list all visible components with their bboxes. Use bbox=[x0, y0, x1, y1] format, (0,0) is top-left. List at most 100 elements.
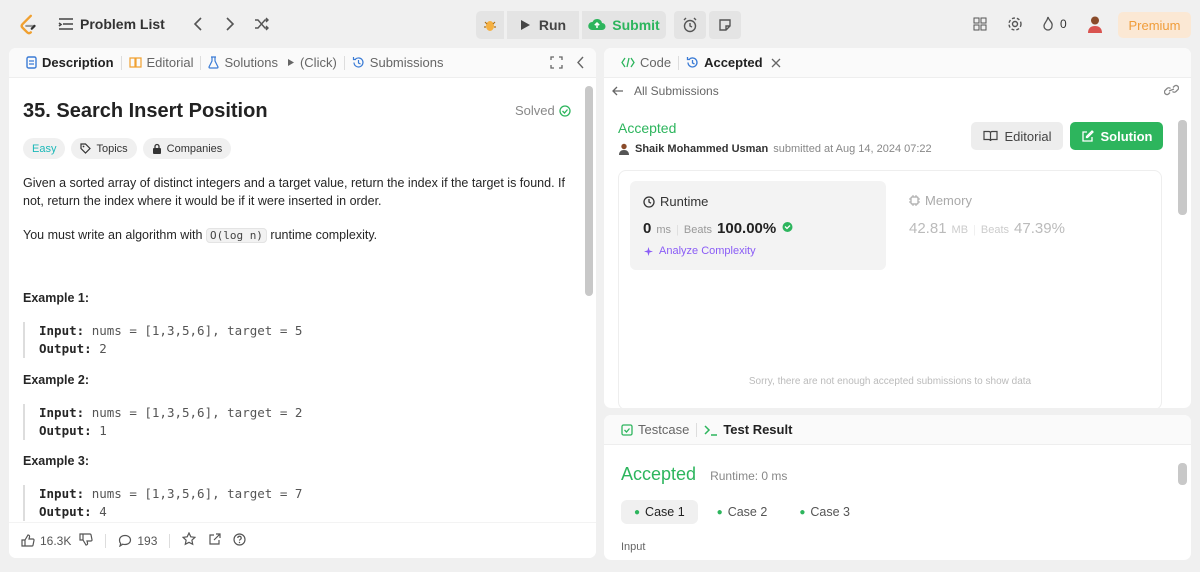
companies-chip[interactable]: Companies bbox=[142, 138, 232, 159]
complexity-post: runtime complexity. bbox=[266, 228, 378, 242]
tab-code[interactable]: Code bbox=[614, 48, 678, 78]
tab-testcase[interactable]: Testcase bbox=[614, 415, 696, 445]
expand-panel-button[interactable] bbox=[550, 56, 563, 72]
pass-dot-icon: ● bbox=[799, 506, 806, 518]
close-icon[interactable] bbox=[771, 58, 781, 68]
run-label: Run bbox=[538, 17, 567, 33]
comment-count: 193 bbox=[137, 533, 158, 548]
note-icon bbox=[719, 19, 731, 31]
problem-list-label: Problem List bbox=[80, 16, 165, 32]
memory-heading[interactable]: Memory bbox=[909, 193, 972, 208]
clock-icon bbox=[643, 195, 655, 208]
example-3-block: Input: nums = [1,3,5,6], target = 7 Outp… bbox=[23, 485, 302, 521]
author-name[interactable]: Shaik Mohammed Usman bbox=[635, 143, 768, 155]
share-button[interactable] bbox=[208, 532, 221, 549]
tab-description[interactable]: Description bbox=[19, 48, 121, 78]
runtime-beats: 100.00% bbox=[717, 220, 777, 237]
favorite-button[interactable] bbox=[182, 531, 197, 549]
list-icon bbox=[58, 18, 73, 30]
premium-button[interactable]: Premium bbox=[1118, 12, 1191, 38]
book-open-icon bbox=[982, 130, 998, 142]
bar-divider bbox=[105, 533, 107, 548]
flame-icon bbox=[1043, 16, 1053, 31]
test-result-panel: Testcase Test Result Accepted Runtime: 0… bbox=[604, 415, 1191, 560]
beats-label: Beats bbox=[683, 224, 713, 236]
edit-icon bbox=[1081, 129, 1094, 142]
flask-icon bbox=[208, 56, 220, 69]
case-tab-2[interactable]: ● Case 2 bbox=[704, 500, 781, 524]
user-avatar-icon bbox=[619, 143, 629, 155]
memory-values: 42.81 MB | Beats 47.39% bbox=[909, 220, 1065, 237]
collapse-panel-button[interactable] bbox=[577, 56, 585, 72]
gear-icon bbox=[1008, 17, 1022, 31]
complexity-pre: You must write an algorithm with bbox=[23, 228, 206, 242]
check-circle-icon bbox=[559, 104, 571, 117]
random-problem-button[interactable] bbox=[249, 11, 275, 37]
settings-button[interactable] bbox=[1002, 11, 1028, 37]
thumbs-down-icon bbox=[79, 532, 93, 546]
example-input-value: nums = [1,3,5,6], target = 5 bbox=[91, 323, 303, 338]
party-icon bbox=[782, 222, 793, 232]
example-input-label: Input: bbox=[39, 486, 85, 501]
avatar[interactable] bbox=[1086, 15, 1104, 33]
arrow-left-icon bbox=[612, 86, 623, 96]
like-count: 16.3K bbox=[40, 533, 72, 548]
leetcode-logo-icon[interactable] bbox=[18, 14, 40, 36]
layout-button[interactable] bbox=[967, 11, 993, 37]
checkbox-icon bbox=[621, 423, 633, 436]
tab-solutions[interactable]: Solutions bbox=[201, 48, 284, 78]
tab-solutions-label: Solutions bbox=[224, 55, 278, 70]
document-icon bbox=[26, 56, 37, 69]
tab-test-result[interactable]: Test Result bbox=[697, 415, 799, 445]
runtime-card[interactable]: Runtime 0 ms | Beats 100.00% Analyze Com… bbox=[630, 181, 886, 270]
right-tab-bar: Code Accepted bbox=[604, 48, 1191, 78]
dislike-button[interactable] bbox=[79, 532, 93, 549]
tab-submissions[interactable]: Submissions bbox=[345, 48, 451, 78]
example-1-output: Output: 2 bbox=[39, 340, 302, 358]
prev-problem-button[interactable] bbox=[185, 11, 211, 37]
notes-button[interactable] bbox=[709, 11, 741, 39]
debug-button[interactable] bbox=[476, 11, 504, 39]
test-result-status: Accepted bbox=[621, 464, 697, 484]
timer-button[interactable] bbox=[674, 11, 706, 39]
runtime-heading: Runtime bbox=[643, 194, 708, 209]
streak-counter[interactable]: 0 bbox=[1042, 16, 1067, 31]
runtime-values: 0 ms | Beats 100.00% bbox=[643, 220, 794, 237]
like-button[interactable]: 16.3K bbox=[21, 534, 71, 548]
tag-icon bbox=[80, 143, 92, 154]
help-button[interactable] bbox=[233, 532, 246, 549]
history-icon bbox=[352, 57, 364, 68]
next-problem-button[interactable] bbox=[217, 11, 243, 37]
bug-icon bbox=[484, 21, 496, 31]
submission-scrollbar[interactable] bbox=[1178, 120, 1187, 215]
result-scrollbar[interactable] bbox=[1178, 463, 1187, 485]
maximize-icon bbox=[550, 56, 563, 69]
thumbs-up-icon bbox=[21, 534, 35, 547]
example-output-value: 1 bbox=[99, 423, 107, 438]
tab-testcase-label: Testcase bbox=[638, 422, 690, 437]
submission-author: Shaik Mohammed Usman submitted at Aug 14… bbox=[618, 143, 932, 155]
external-link-icon bbox=[209, 532, 221, 545]
case-tab-3[interactable]: ● Case 3 bbox=[786, 500, 863, 524]
tab-accepted[interactable]: Accepted bbox=[679, 48, 788, 78]
pass-dot-icon: ● bbox=[634, 506, 641, 518]
analyze-complexity-link[interactable]: Analyze Complexity bbox=[643, 245, 756, 257]
example-2-input: Input: nums = [1,3,5,6], target = 2 bbox=[39, 404, 302, 422]
submit-button[interactable]: Submit bbox=[582, 11, 666, 39]
memory-label: Memory bbox=[925, 193, 972, 208]
back-to-submissions[interactable]: All Submissions bbox=[612, 84, 719, 98]
topics-chip[interactable]: Topics bbox=[71, 138, 137, 159]
case-tab-1[interactable]: ● Case 1 bbox=[621, 500, 698, 524]
tab-editorial[interactable]: Editorial bbox=[122, 48, 201, 78]
comments-button[interactable]: 193 bbox=[118, 534, 157, 548]
editorial-button[interactable]: Editorial bbox=[971, 122, 1063, 150]
example-output-value: 2 bbox=[99, 341, 107, 356]
problem-list-button[interactable]: Problem List bbox=[58, 16, 165, 32]
example-3-heading: Example 3: bbox=[23, 454, 90, 468]
description-text: Given a sorted array of distinct integer… bbox=[23, 176, 565, 208]
run-button[interactable]: Run bbox=[507, 11, 579, 39]
click-hint-label: (Click) bbox=[299, 55, 337, 70]
solution-button[interactable]: Solution bbox=[1070, 122, 1163, 150]
description-scrollbar[interactable] bbox=[585, 86, 593, 296]
copy-link-button[interactable] bbox=[1163, 84, 1180, 99]
